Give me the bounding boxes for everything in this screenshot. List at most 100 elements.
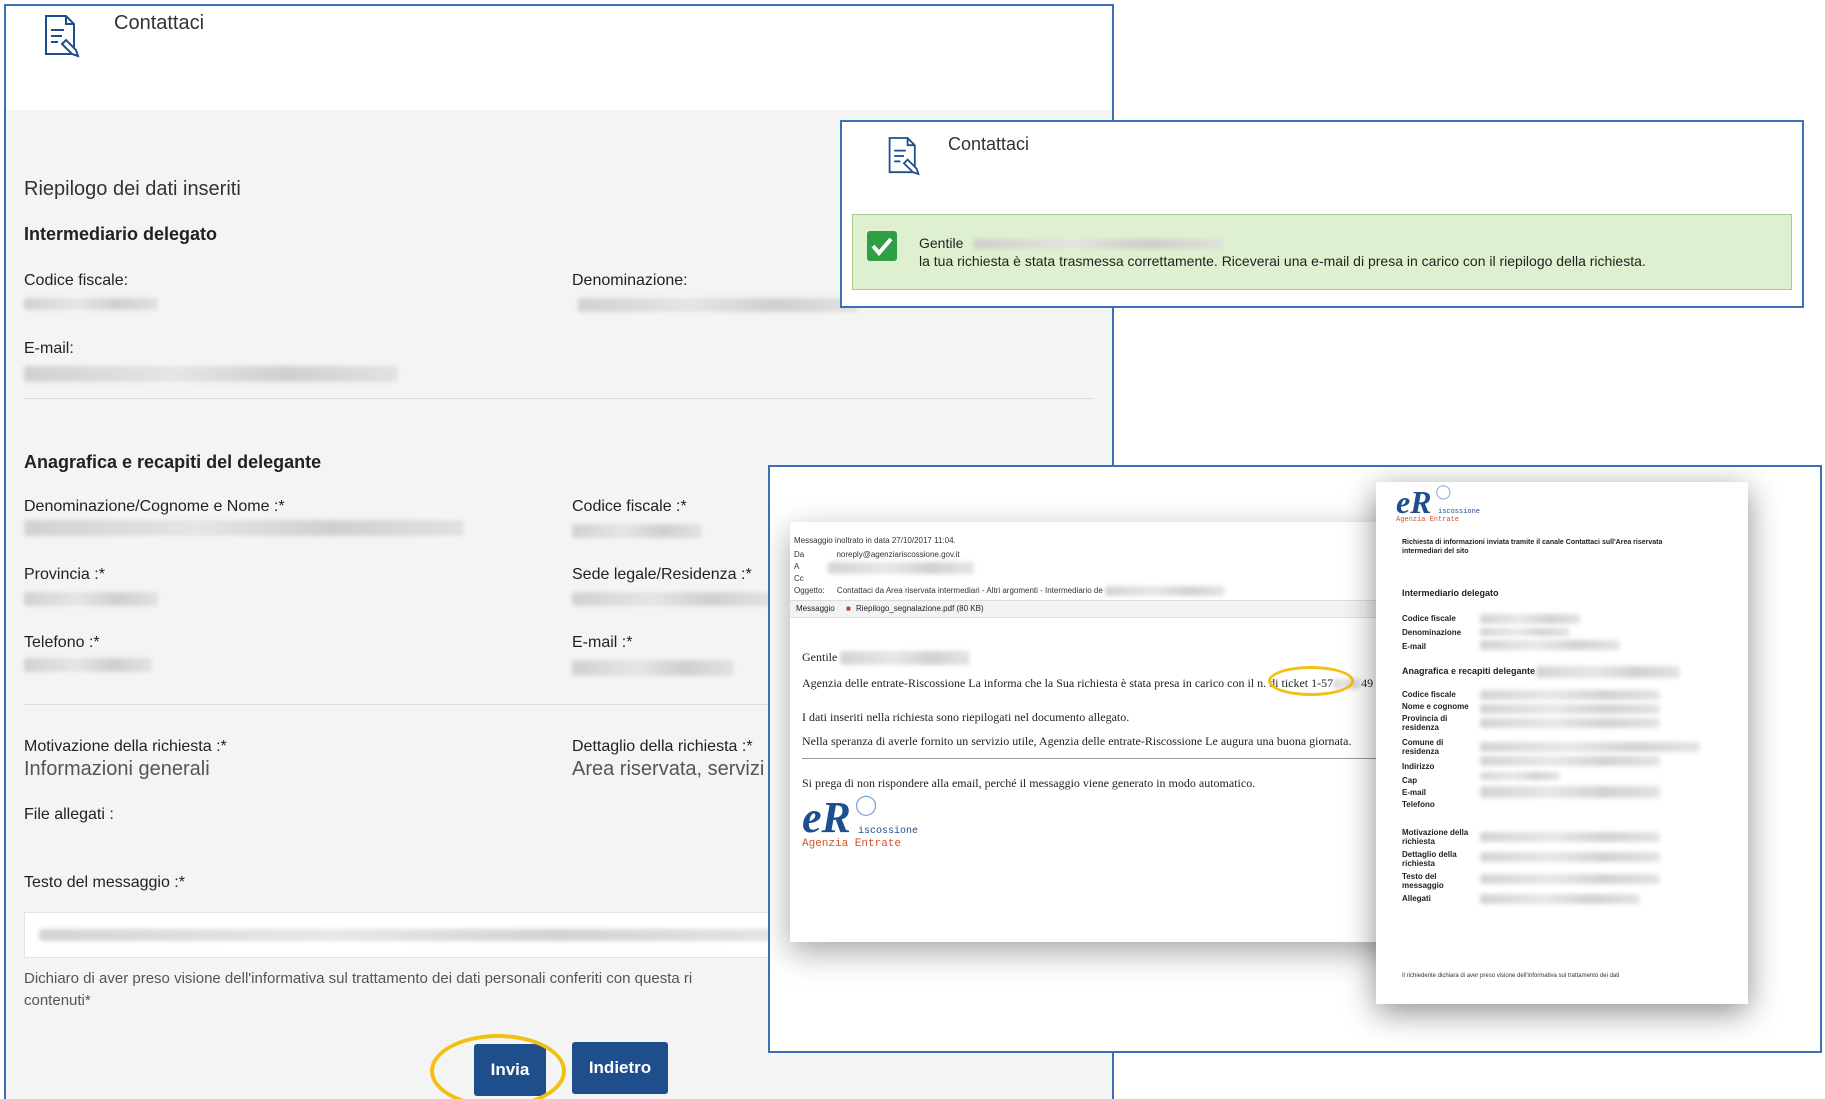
pdf-email-label-2: E-mail bbox=[1402, 788, 1427, 797]
pdf-value-redacted bbox=[1480, 852, 1660, 862]
highlight-ring bbox=[430, 1034, 566, 1099]
from-label: Da bbox=[794, 550, 805, 559]
email-a-label: A bbox=[794, 562, 800, 571]
agenzia-riscossione-logo: eR ◯ iscossione Agenzia Entrate bbox=[802, 793, 919, 850]
privacy-disclaimer: Dichiaro di aver preso visione dell'info… bbox=[24, 968, 784, 1012]
email-label: E-mail: bbox=[24, 340, 74, 357]
pdf-value-redacted bbox=[1480, 894, 1640, 904]
pdf-value-redacted bbox=[1480, 772, 1560, 780]
pdf-logo-text-2: Agenzia Entrate bbox=[1396, 516, 1460, 524]
form-edit-icon bbox=[45, 15, 80, 58]
dettaglio-label: Dettaglio della richiesta :* bbox=[572, 738, 753, 755]
denominazione-label: Denominazione: bbox=[572, 272, 688, 289]
pdf-email-label: E-mail bbox=[1402, 642, 1427, 651]
logo-text-2: Agenzia Entrate bbox=[802, 838, 902, 850]
pdf-value-redacted bbox=[1480, 874, 1660, 884]
pdf-logo: eR ◯ iscossione Agenzia Entrate bbox=[1396, 484, 1481, 524]
pdf-value-redacted bbox=[1536, 666, 1680, 678]
pdf-allegati-label: Allegati bbox=[1402, 894, 1431, 903]
tab-messaggio[interactable]: Messaggio bbox=[796, 604, 835, 613]
file-allegati-label: File allegati : bbox=[24, 806, 114, 823]
logo-text-1: iscossione bbox=[858, 826, 919, 837]
delegante-section-title: Anagrafica e recapiti del delegante bbox=[24, 452, 322, 472]
form-header: Contattaci bbox=[6, 6, 1112, 110]
email-line-2: I dati inseriti nella richiesta sono rie… bbox=[802, 710, 1130, 724]
page-title: Contattaci bbox=[114, 12, 205, 34]
codice-fiscale-req-label: Codice fiscale :* bbox=[572, 498, 687, 515]
success-greeting: Gentile bbox=[919, 235, 1224, 251]
disclaimer-line: contenuti* bbox=[24, 992, 91, 1009]
subject-value: Contattaci da Area riservata intermediar… bbox=[836, 586, 1103, 596]
pdf-nome-label: Nome e cognome bbox=[1402, 702, 1469, 711]
disclaimer-line: Dichiaro di aver preso visione dell'info… bbox=[24, 970, 693, 987]
confirmation-title: Contattaci bbox=[948, 134, 1030, 154]
message-text-redacted bbox=[39, 929, 779, 941]
email-greeting: Gentile bbox=[802, 650, 971, 666]
pdf-intro: Richiesta di informazioni inviata tramit… bbox=[1402, 539, 1663, 555]
pdf-denom-label: Denominazione bbox=[1402, 628, 1462, 637]
email-cc-label: Cc bbox=[794, 574, 804, 583]
telefono-label: Telefono :* bbox=[24, 634, 100, 651]
pdf-value-redacted bbox=[1480, 756, 1660, 766]
pdf-comune-label: Comune di residenza bbox=[1402, 738, 1444, 756]
pdf-summary-page: eR ◯ iscossione Agenzia Entrate Richiest… bbox=[1376, 482, 1748, 1004]
email-tabs: Messaggio ■ Riepilogo_segnalazione.pdf (… bbox=[790, 600, 1410, 618]
pdf-motiv-label: Motivazione della richiesta bbox=[1402, 828, 1469, 846]
pdf-value-redacted bbox=[1480, 628, 1570, 636]
denom-nome-label: Denominazione/Cognome e Nome :* bbox=[24, 498, 285, 515]
pdf-cap-label: Cap bbox=[1402, 776, 1418, 785]
greeting-text: Gentile bbox=[919, 235, 964, 251]
pdf-cf-label: Codice fiscale bbox=[1402, 614, 1456, 623]
email-line-1-text: Agenzia delle entrate-Riscossione La inf… bbox=[802, 676, 1334, 690]
pdf-indirizzo-label: Indirizzo bbox=[1402, 762, 1435, 771]
sede-label: Sede legale/Residenza :* bbox=[572, 566, 752, 583]
pdf-testo-label: Testo del messaggio bbox=[1402, 872, 1444, 890]
divider bbox=[24, 398, 1094, 399]
pdf-value-redacted bbox=[1480, 690, 1660, 700]
codice-fiscale-label: Codice fiscale: bbox=[24, 272, 129, 289]
email-req-value-redacted bbox=[572, 660, 734, 676]
motivazione-value: Informazioni generali bbox=[24, 758, 210, 780]
denom-nome-value-redacted bbox=[24, 520, 464, 536]
email-subject: Oggetto: Contattaci da Area riservata in… bbox=[794, 586, 1226, 596]
pdf-value-redacted bbox=[1480, 786, 1660, 798]
dettaglio-value: Area riservata, servizi v bbox=[572, 758, 780, 780]
intermediary-section-title: Intermediario delegato bbox=[24, 224, 218, 244]
sede-value-redacted bbox=[572, 592, 772, 606]
pdf-value-redacted bbox=[1480, 742, 1700, 752]
email-divider bbox=[802, 758, 1398, 759]
pdf-section-2: Anagrafica e recapiti delegante bbox=[1402, 666, 1536, 676]
denominazione-value-redacted bbox=[578, 298, 858, 312]
pdf-value-redacted bbox=[1480, 640, 1620, 650]
pdf-section-1: Intermediario delegato bbox=[1402, 588, 1499, 598]
provincia-value-redacted bbox=[24, 592, 158, 606]
pdf-footer: Il richiedente dichiara di aver preso vi… bbox=[1402, 973, 1620, 979]
subject-label: Oggetto: bbox=[794, 586, 825, 596]
ticket-highlight-ring bbox=[1268, 666, 1354, 696]
pdf-cf-label-2: Codice fiscale bbox=[1402, 690, 1456, 699]
codice-fiscale-req-value-redacted bbox=[572, 524, 702, 538]
email-req-label: E-mail :* bbox=[572, 634, 633, 651]
testo-label: Testo del messaggio :* bbox=[24, 874, 185, 891]
pdf-value-redacted bbox=[1480, 832, 1660, 842]
pdf-value-redacted bbox=[1480, 718, 1660, 728]
pdf-value-redacted bbox=[1480, 704, 1660, 714]
pdf-prov-label: Provincia di residenza bbox=[1402, 714, 1448, 732]
check-icon bbox=[867, 231, 897, 261]
form-edit-icon bbox=[888, 137, 920, 176]
email-screenshot-panel: Messaggio inoltrato in data 27/10/2017 1… bbox=[768, 465, 1822, 1053]
success-message: la tua richiesta è stata trasmessa corre… bbox=[919, 253, 1646, 269]
email-line-4: Si prega di non rispondere alla email, p… bbox=[802, 776, 1256, 790]
tab-attachment[interactable]: Riepilogo_segnalazione.pdf (80 KB) bbox=[856, 604, 984, 613]
email-window: Messaggio inoltrato in data 27/10/2017 1… bbox=[790, 522, 1414, 942]
success-alert: Gentile la tua richiesta è stata trasmes… bbox=[852, 214, 1792, 290]
email-line-3: Nella speranza di averle fornito un serv… bbox=[802, 734, 1352, 748]
recipient-redacted bbox=[828, 562, 974, 574]
provincia-label: Provincia :* bbox=[24, 566, 105, 583]
email-value-redacted bbox=[24, 366, 398, 382]
indietro-button[interactable]: Indietro bbox=[572, 1042, 668, 1094]
pdf-value-redacted bbox=[1480, 614, 1580, 624]
pdf-icon: ■ bbox=[846, 604, 851, 613]
subject-redacted bbox=[1105, 586, 1226, 596]
email-from: Da noreply@agenziariscossione.gov.it bbox=[794, 550, 960, 559]
